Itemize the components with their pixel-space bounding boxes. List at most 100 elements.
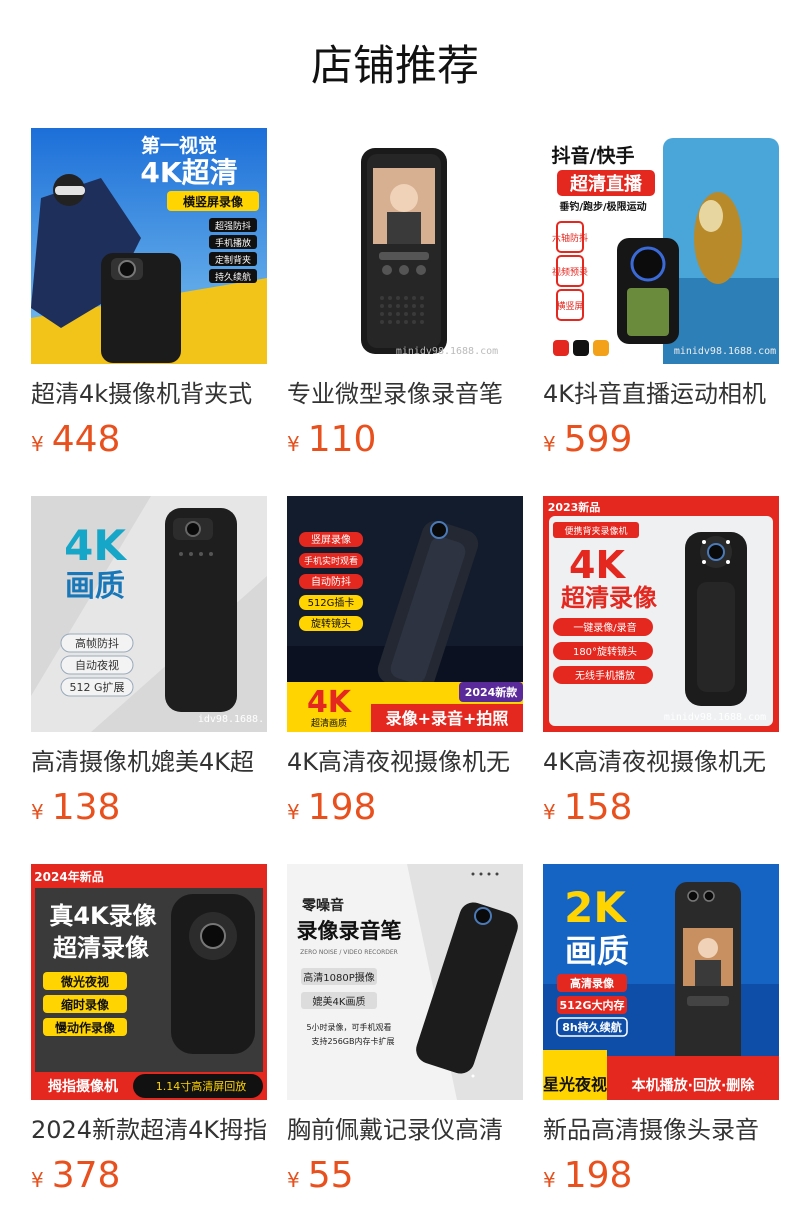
product-price: ¥198	[543, 1154, 779, 1198]
product-name[interactable]: 新品高清摄像头录音	[543, 1114, 779, 1146]
currency-symbol: ¥	[543, 432, 556, 456]
product-image[interactable]: minidv98.1688.com	[287, 128, 523, 364]
image-feature: 视频预录	[552, 266, 588, 278]
price-value: 110	[307, 419, 377, 460]
product-price: ¥599	[543, 418, 779, 462]
image-subline: ZERO NOISE / VIDEO RECORDER	[300, 949, 398, 956]
image-badge: 横竖屏录像	[183, 194, 244, 209]
price-value: 599	[563, 419, 633, 460]
currency-symbol: ¥	[31, 432, 44, 456]
image-feature: 自动防抖	[311, 575, 351, 588]
image-headline-2: 4K超清	[140, 156, 237, 189]
image-feature: 手机实时观看	[304, 555, 358, 567]
image-note: 5小时录像，可手机观看	[306, 1022, 391, 1032]
price-value: 378	[51, 1155, 121, 1196]
image-headline-2: 超清录像	[561, 584, 658, 612]
image-watermark: minidv98.1688.com	[674, 346, 776, 357]
image-feature: 自动夜视	[75, 658, 119, 672]
product-name[interactable]: 超清4k摄像机背夹式	[31, 378, 267, 410]
image-headline-2: 画质	[65, 569, 125, 604]
image-corner: 2023新品	[548, 500, 601, 514]
image-banner: 拇指摄像机	[48, 1078, 118, 1095]
image-badge: 超清直播	[570, 173, 643, 195]
product-card[interactable]: 2023新品 便携背夹录像机 4K 超清录像 一键录像/录音 180°旋转镜头 …	[543, 496, 779, 864]
price-value: 138	[51, 787, 121, 828]
image-feature: 512 G扩展	[69, 680, 124, 694]
image-feature: 横竖屏	[556, 300, 583, 312]
image-headline-2: 超清录像	[53, 934, 150, 962]
image-feature: 微光夜视	[60, 974, 109, 989]
product-name[interactable]: 2024新款超清4K拇指	[31, 1114, 267, 1146]
product-price: ¥198	[287, 786, 523, 830]
price-value: 158	[563, 787, 633, 828]
product-name[interactable]: 4K高清夜视摄像机无	[543, 746, 779, 778]
image-headline: 4K	[64, 521, 127, 570]
image-watermark: idv98.1688.	[198, 714, 264, 725]
product-card[interactable]: 抖音/快手 超清直播 垂钓/跑步/极限运动 六轴防抖 视频预录 横竖屏 mini…	[543, 128, 779, 496]
image-feature: 一键录像/录音	[573, 621, 636, 634]
page-title: 店铺推荐	[310, 41, 479, 90]
image-feature: 180°旋转镜头	[573, 645, 637, 658]
price-value: 448	[51, 419, 121, 460]
product-image[interactable]: 零噪音 录像录音笔 ZERO NOISE / VIDEO RECORDER 高清…	[287, 864, 523, 1100]
product-name[interactable]: 专业微型录像录音笔	[287, 378, 523, 410]
product-card[interactable]: 4K 画质 高帧防抖 自动夜视 512 G扩展 idv98.1688. 高清摄像…	[31, 496, 267, 864]
image-note: 支持256GB内存卡扩展	[312, 1036, 395, 1046]
currency-symbol: ¥	[543, 800, 556, 824]
currency-symbol: ¥	[543, 1168, 556, 1192]
image-subline: 超清画质	[311, 717, 347, 729]
image-headline: 零噪音	[301, 897, 344, 914]
image-feature: 超强防抖	[215, 220, 251, 232]
product-name[interactable]: 4K高清夜视摄像机无	[287, 746, 523, 778]
price-value: 198	[563, 1155, 633, 1196]
product-image[interactable]: 抖音/快手 超清直播 垂钓/跑步/极限运动 六轴防抖 视频预录 横竖屏 mini…	[543, 128, 779, 364]
currency-symbol: ¥	[31, 1168, 44, 1192]
image-banner-2: 1.14寸高清屏回放	[156, 1079, 247, 1093]
product-price: ¥138	[31, 786, 267, 830]
image-watermark: minidv98.1688.com	[664, 712, 766, 723]
image-banner: 本机播放·回放·删除	[632, 1077, 756, 1094]
image-badge: 2024新款	[465, 685, 519, 699]
image-feature: 高清1080P摄像	[303, 971, 374, 984]
product-price: ¥448	[31, 418, 267, 462]
image-feature: 竖屏录像	[311, 534, 351, 546]
image-corner: 星光夜视	[543, 1075, 607, 1094]
product-card[interactable]: 竖屏录像 手机实时观看 自动防抖 512G插卡 旋转镜头 2024新款 4K 超…	[287, 496, 523, 864]
product-image[interactable]: 4K 画质 高帧防抖 自动夜视 512 G扩展 idv98.1688.	[31, 496, 267, 732]
product-card[interactable]: 2024年新品 真4K录像 超清录像 微光夜视 缩时录像 慢动作录像 拇指摄像机…	[31, 864, 267, 1232]
image-feature: 媲美4K画质	[313, 995, 366, 1008]
product-grid: 第一视觉 4K超清 横竖屏录像 超强防抖 手机播放 定制背夹 持久续航 超清4k…	[31, 128, 779, 1232]
product-image[interactable]: 第一视觉 4K超清 横竖屏录像 超强防抖 手机播放 定制背夹 持久续航	[31, 128, 267, 364]
image-feature: 手机播放	[215, 237, 251, 249]
product-image[interactable]: 竖屏录像 手机实时观看 自动防抖 512G插卡 旋转镜头 2024新款 4K 超…	[287, 496, 523, 732]
product-name[interactable]: 高清摄像机媲美4K超	[31, 746, 267, 778]
image-feature: 8h持久续航	[562, 1020, 622, 1034]
product-card[interactable]: 2K 画质 高清录像 512G大内存 8h持久续航 星光夜视 本机播放·回放·删…	[543, 864, 779, 1232]
product-name[interactable]: 4K抖音直播运动相机	[543, 378, 779, 410]
product-card[interactable]: 第一视觉 4K超清 横竖屏录像 超强防抖 手机播放 定制背夹 持久续航 超清4k…	[31, 128, 267, 496]
price-value: 55	[307, 1155, 354, 1196]
product-image[interactable]: 2023新品 便携背夹录像机 4K 超清录像 一键录像/录音 180°旋转镜头 …	[543, 496, 779, 732]
image-feature: 512G插卡	[308, 596, 355, 609]
product-card[interactable]: minidv98.1688.com 专业微型录像录音笔 ¥110	[287, 128, 523, 496]
image-feature: 512G大内存	[560, 998, 625, 1012]
image-feature: 高清录像	[570, 976, 615, 990]
image-headline-2: 录像录音笔	[297, 919, 402, 943]
currency-symbol: ¥	[287, 432, 300, 456]
product-card[interactable]: 零噪音 录像录音笔 ZERO NOISE / VIDEO RECORDER 高清…	[287, 864, 523, 1232]
image-feature: 无线手机播放	[575, 669, 635, 682]
price-value: 198	[307, 787, 377, 828]
image-headline: 4K	[307, 685, 353, 720]
image-headline: 4K	[569, 543, 626, 587]
image-feature: 缩时录像	[61, 997, 110, 1012]
product-name[interactable]: 胸前佩戴记录仪高清	[287, 1114, 523, 1146]
product-image[interactable]: 2K 画质 高清录像 512G大内存 8h持久续航 星光夜视 本机播放·回放·删…	[543, 864, 779, 1100]
currency-symbol: ¥	[287, 800, 300, 824]
product-price: ¥110	[287, 418, 523, 462]
image-feature: 六轴防抖	[552, 232, 588, 244]
image-feature: 高帧防抖	[75, 636, 119, 650]
image-corner: 2024年新品	[34, 869, 103, 884]
image-feature: 持久续航	[215, 271, 251, 283]
product-image[interactable]: 2024年新品 真4K录像 超清录像 微光夜视 缩时录像 慢动作录像 拇指摄像机…	[31, 864, 267, 1100]
product-price: ¥55	[287, 1154, 523, 1198]
